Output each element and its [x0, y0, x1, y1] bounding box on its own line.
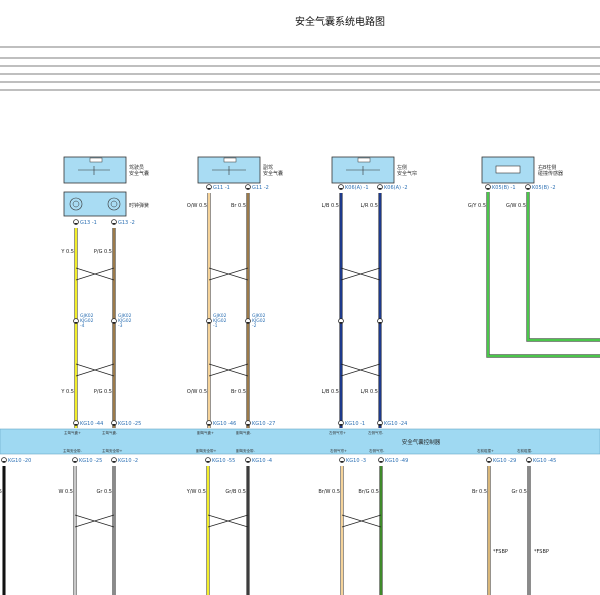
module-signal-passenger-a: 副驾气囊+ — [197, 430, 214, 435]
module-bottom-pin-crash-b: KG10 -45 — [533, 458, 556, 464]
wire-label-lower-driver-a: Y 0.5 — [60, 389, 74, 395]
wire-label-sensor-b: G/W 0.5 — [506, 203, 526, 209]
wire-label-lower-passenger-b: Br 0.5 — [231, 389, 246, 395]
module-signal-curtain-a: 左侧气帘+ — [329, 430, 346, 435]
wire-label-bottom-crash-b: Gr 0.5 — [512, 489, 527, 495]
wire-sensor-b — [526, 192, 600, 342]
module-bottom-signal-belt-pass-a: 副驾安全带+ — [196, 448, 216, 453]
wire-label-lower-curtain-a: L/B 0.5 — [322, 389, 339, 395]
wire-label-passenger-a: O/W 0.5 — [187, 203, 207, 209]
component-right-b-pillar-sensor: 右B柱侧碰撞传感器 — [481, 156, 563, 184]
clock-spring-label: 时钟弹簧 — [129, 202, 149, 209]
note-fsbp-2: *FSBP — [534, 549, 549, 555]
module-signal-curtain-b: 左侧气帘- — [368, 430, 384, 435]
wire-label-bottom-belt-driver-b: Gr 0.5 — [97, 489, 112, 495]
module-name: 安全气囊控制器 — [402, 438, 441, 446]
conn-curtain-b: K06(A) -2 — [384, 185, 408, 191]
wire-label-lower-passenger-a: O/W 0.5 — [187, 389, 207, 395]
module-pin-driver-b: KG10 -25 — [118, 421, 141, 427]
wire-label-driver-b: P/G 0.5 — [94, 249, 112, 255]
conn-driver-b: G13 -2 — [118, 220, 135, 226]
component-clock-spring: 时钟弹簧 — [63, 191, 149, 217]
left-curtain-label: 左侧安全气帘 — [397, 164, 417, 177]
wire-sensor-b-outline — [526, 192, 600, 342]
module-bottom-pin-belt-pass-b: KG10 -4 — [252, 458, 272, 464]
inline-passenger-b: GJK02 KJG02 -2 — [252, 313, 266, 329]
component-passenger-airbag: 副驾安全气囊 — [197, 156, 283, 184]
module-bottom-signal-belt-pass-b: 副驾安全带- — [236, 448, 255, 453]
wire-label-bottom-curtain-right-a: Br/W 0.5 — [318, 489, 340, 495]
conn-sensor-b: K05(B) -2 — [532, 185, 556, 191]
module-signal-driver-a: 主驾气囊+ — [64, 430, 81, 435]
module-pin-curtain-a: KG10 -1 — [345, 421, 365, 427]
module-bottom-signal-belt-driver-b: 主驾安全带+ — [102, 448, 122, 453]
inline-passenger-a: GJK02 KJG02 -1 — [213, 313, 227, 329]
wire-sensor-a — [486, 192, 600, 358]
wire-label-curtain-a: L/B 0.5 — [322, 203, 339, 209]
note-fsbp-1: *FSBP — [493, 549, 508, 555]
wire-label-sensor-a: G/Y 0.5 — [468, 203, 486, 209]
inline-driver-a: GJK02 KJG02 -4 — [80, 313, 94, 329]
wire-label-curtain-b: L/R 0.5 — [361, 203, 379, 209]
module-bottom-signal-crash-b: 右前碰撞- — [517, 448, 533, 453]
module-bottom-signal-curtain-right-a: 右侧气帘+ — [330, 448, 347, 453]
wire-sensor-a-outline — [486, 192, 600, 358]
module-pin-passenger-b: KG10 -27 — [252, 421, 275, 427]
wire-label-bottom-curtain-right-b: Br/G 0.5 — [358, 489, 379, 495]
module-pin-curtain-b: KG10 -24 — [384, 421, 407, 427]
module-bottom-pin-ground: KG10 -20 — [8, 458, 31, 464]
wire-label-bottom-ground: B 0.5 — [0, 489, 2, 495]
module-bottom-signal-curtain-right-b: 右侧气帘- — [369, 448, 385, 453]
module-signal-passenger-b: 副驾气囊- — [236, 430, 252, 435]
conn-sensor-a: K05(B) -1 — [492, 185, 516, 191]
module-bottom-pin-curtain-right-a: KG10 -3 — [346, 458, 366, 464]
component-left-curtain: 左侧安全气帘 — [331, 156, 417, 184]
conn-passenger-b: G11 -2 — [252, 185, 269, 191]
module-bottom-pin-curtain-right-b: KG10 -49 — [385, 458, 408, 464]
inline-driver-b: GJK02 KJG02 -3 — [118, 313, 132, 329]
wire-label-driver-a: Y 0.5 — [60, 249, 74, 255]
airbag-control-module: 安全气囊控制器 — [0, 428, 600, 455]
wires — [1, 184, 600, 595]
module-bottom-pin-belt-pass-a: KG10 -55 — [212, 458, 235, 464]
conn-driver-a: G13 -1 — [80, 220, 97, 226]
module-bottom-pin-belt-driver-b: KG10 -2 — [118, 458, 138, 464]
wire-label-bottom-belt-pass-a: Y/W 0.5 — [186, 489, 206, 495]
module-bottom-pin-belt-driver-a: KG10 -25 — [79, 458, 102, 464]
module-pin-passenger-a: KG10 -46 — [213, 421, 236, 427]
module-bottom-pin-crash-a: KG10 -29 — [493, 458, 516, 464]
conn-curtain-a: K06(A) -1 — [345, 185, 369, 191]
wire-label-bottom-belt-driver-a: W 0.5 — [59, 489, 74, 495]
wire-label-lower-curtain-b: L/R 0.5 — [361, 389, 379, 395]
conn-passenger-a: G11 -1 — [213, 185, 230, 191]
header-rules — [0, 46, 600, 91]
airbag-circuit-diagram: 驾驶员安全气囊 时钟弹簧 副驾安全气囊 左侧安全气帘 右B柱侧碰撞传感器 G13… — [0, 46, 600, 595]
wire-label-passenger-b: Br 0.5 — [231, 203, 246, 209]
module-bottom-signal-belt-driver-a: 主驾安全带- — [63, 448, 82, 453]
module-signal-driver-b: 主驾气囊- — [102, 430, 118, 435]
component-driver-airbag: 驾驶员安全气囊 — [63, 156, 149, 184]
wire-label-bottom-crash-a: Br 0.5 — [472, 489, 487, 495]
b-pillar-sensor-label: 右B柱侧碰撞传感器 — [538, 164, 563, 177]
module-pin-driver-a: KG10 -44 — [80, 421, 103, 427]
module-bottom-signal-crash-a: 右前碰撞+ — [477, 448, 494, 453]
wire-label-lower-driver-b: P/G 0.5 — [94, 389, 112, 395]
wire-label-bottom-belt-pass-b: Gr/B 0.5 — [225, 489, 246, 495]
driver-airbag-label: 驾驶员安全气囊 — [129, 164, 149, 177]
passenger-airbag-label: 副驾安全气囊 — [263, 164, 283, 177]
